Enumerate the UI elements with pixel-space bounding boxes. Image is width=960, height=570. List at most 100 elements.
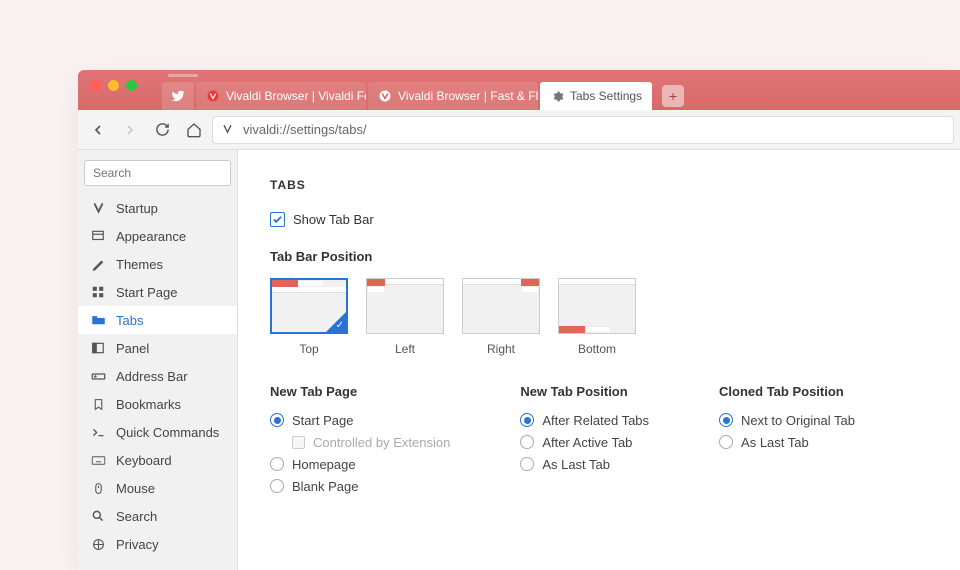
show-tab-bar-checkbox[interactable]: Show Tab Bar xyxy=(270,212,928,227)
position-top[interactable]: ✓ Top xyxy=(270,278,348,356)
sidebar-item-bookmarks[interactable]: Bookmarks xyxy=(78,390,237,418)
sidebar-item-startup[interactable]: Startup xyxy=(78,194,237,222)
sidebar-item-label: Keyboard xyxy=(116,453,172,468)
radio-label: Homepage xyxy=(292,457,356,472)
position-bottom[interactable]: Bottom xyxy=(558,278,636,356)
radio-after-active[interactable]: After Active Tab xyxy=(520,431,649,453)
close-icon[interactable] xyxy=(90,80,101,91)
sidebar-item-search[interactable]: Search xyxy=(78,502,237,530)
checkbox-icon xyxy=(292,436,305,449)
radio-label: After Related Tabs xyxy=(542,413,649,428)
radio-as-last[interactable]: As Last Tab xyxy=(520,453,649,475)
sidebar-item-addressbar[interactable]: Address Bar xyxy=(78,362,237,390)
radio-blank-page[interactable]: Blank Page xyxy=(270,475,450,497)
back-button[interactable] xyxy=(84,116,112,144)
sidebar-item-label: Tabs xyxy=(116,313,143,328)
position-label: Bottom xyxy=(558,342,636,356)
sidebar-item-label: Start Page xyxy=(116,285,177,300)
position-left[interactable]: Left xyxy=(366,278,444,356)
sidebar-item-label: Appearance xyxy=(116,229,186,244)
mouse-icon xyxy=(90,480,106,496)
browser-window: Vivaldi Browser | Vivaldi Forum Vivaldi … xyxy=(78,70,960,570)
sidebar-item-quickcommands[interactable]: Quick Commands xyxy=(78,418,237,446)
quickcommands-icon xyxy=(90,424,106,440)
radio-cloned-last[interactable]: As Last Tab xyxy=(719,431,855,453)
position-label: Top xyxy=(270,342,348,356)
new-tab-position-group: New Tab Position After Related Tabs Afte… xyxy=(520,384,649,497)
tab-pinned-twitter[interactable] xyxy=(162,82,194,110)
radio-icon xyxy=(270,479,284,493)
sidebar-item-startpage[interactable]: Start Page xyxy=(78,278,237,306)
sub-label: Controlled by Extension xyxy=(313,435,450,450)
position-right[interactable]: Right xyxy=(462,278,540,356)
sidebar-item-label: Startup xyxy=(116,201,158,216)
window-controls xyxy=(90,80,137,91)
sidebar-item-label: Panel xyxy=(116,341,149,356)
controlled-by-extension[interactable]: Controlled by Extension xyxy=(292,431,450,453)
radio-after-related[interactable]: After Related Tabs xyxy=(520,409,649,431)
sidebar-item-label: Mouse xyxy=(116,481,155,496)
radio-icon xyxy=(719,435,733,449)
privacy-icon xyxy=(90,536,106,552)
sidebar-item-themes[interactable]: Themes xyxy=(78,250,237,278)
tabstrip: Vivaldi Browser | Vivaldi Forum Vivaldi … xyxy=(162,70,684,110)
tab-label: Vivaldi Browser | Vivaldi Forum xyxy=(226,89,366,103)
new-tab-button[interactable]: + xyxy=(662,85,684,107)
home-button[interactable] xyxy=(180,116,208,144)
section-heading: Tab Bar Position xyxy=(270,249,928,264)
tab-vivaldi-forum[interactable]: Vivaldi Browser | Vivaldi Forum xyxy=(196,82,366,110)
sidebar-item-privacy[interactable]: Privacy xyxy=(78,530,237,558)
address-bar[interactable]: vivaldi://settings/tabs/ xyxy=(212,116,954,144)
maximize-icon[interactable] xyxy=(126,80,137,91)
sidebar-item-label: Privacy xyxy=(116,537,159,552)
tab-vivaldi-fast[interactable]: Vivaldi Browser | Fast & Flexible xyxy=(368,82,538,110)
vivaldi-icon xyxy=(206,89,220,103)
search-icon xyxy=(90,508,106,524)
startpage-icon xyxy=(90,284,106,300)
titlebar: Vivaldi Browser | Vivaldi Forum Vivaldi … xyxy=(78,70,960,110)
forward-button[interactable] xyxy=(116,116,144,144)
radio-label: Next to Original Tab xyxy=(741,413,855,428)
tab-position-options: ✓ Top Left Right Bottom xyxy=(270,278,928,356)
search-input[interactable] xyxy=(84,160,231,186)
vivaldi-icon xyxy=(221,123,235,137)
search-container xyxy=(84,160,231,186)
url-text: vivaldi://settings/tabs/ xyxy=(243,122,367,137)
radio-label: Start Page xyxy=(292,413,353,428)
radio-label: As Last Tab xyxy=(741,435,809,450)
settings-body: Startup Appearance Themes Start Page Tab… xyxy=(78,150,960,570)
sidebar-item-appearance[interactable]: Appearance xyxy=(78,222,237,250)
twitter-icon xyxy=(171,89,185,103)
radio-start-page[interactable]: Start Page xyxy=(270,409,450,431)
tab-label: Tabs Settings xyxy=(570,89,642,103)
minimize-icon[interactable] xyxy=(108,80,119,91)
radio-next-original[interactable]: Next to Original Tab xyxy=(719,409,855,431)
checkbox-icon xyxy=(270,212,285,227)
sidebar-item-label: Search xyxy=(116,509,157,524)
sidebar-item-panel[interactable]: Panel xyxy=(78,334,237,362)
radio-label: As Last Tab xyxy=(542,457,610,472)
radio-homepage[interactable]: Homepage xyxy=(270,453,450,475)
checkbox-label: Show Tab Bar xyxy=(293,212,374,227)
sidebar-item-mouse[interactable]: Mouse xyxy=(78,474,237,502)
sidebar-item-keyboard[interactable]: Keyboard xyxy=(78,446,237,474)
radio-icon xyxy=(520,413,534,427)
reload-button[interactable] xyxy=(148,116,176,144)
addressbar-icon xyxy=(90,368,106,384)
radio-icon xyxy=(270,413,284,427)
tab-settings[interactable]: Tabs Settings xyxy=(540,82,652,110)
sidebar-item-label: Themes xyxy=(116,257,163,272)
tab-label: Vivaldi Browser | Fast & Flexible xyxy=(398,89,538,103)
sidebar-item-tabs[interactable]: Tabs xyxy=(78,306,237,334)
radio-label: Blank Page xyxy=(292,479,359,494)
radio-icon xyxy=(270,457,284,471)
toolbar: vivaldi://settings/tabs/ xyxy=(78,110,960,150)
radio-icon xyxy=(520,457,534,471)
group-heading: Cloned Tab Position xyxy=(719,384,855,399)
sidebar-item-label: Address Bar xyxy=(116,369,188,384)
startup-icon xyxy=(90,200,106,216)
cloned-tab-position-group: Cloned Tab Position Next to Original Tab… xyxy=(719,384,855,497)
bookmarks-icon xyxy=(90,396,106,412)
position-label: Right xyxy=(462,342,540,356)
panel-icon xyxy=(90,340,106,356)
